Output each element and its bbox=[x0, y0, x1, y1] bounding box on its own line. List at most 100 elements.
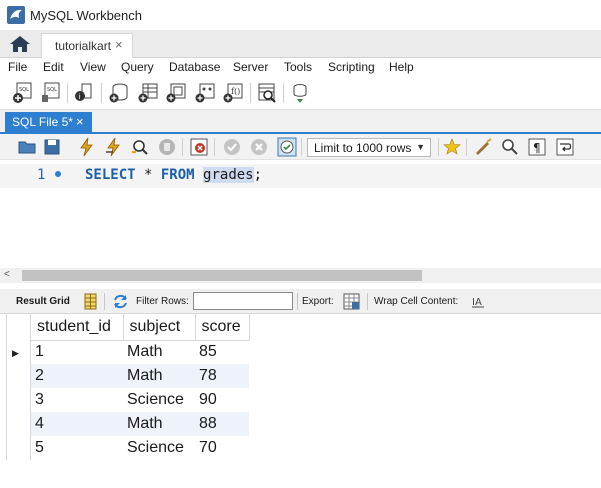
menu-bar: File Edit View Query Database Server Too… bbox=[0, 58, 601, 77]
filter-rows-label: Filter Rows: bbox=[136, 296, 189, 307]
close-icon[interactable]: × bbox=[115, 37, 123, 52]
save-icon[interactable] bbox=[42, 137, 62, 157]
editor-horizontal-scrollbar[interactable]: < bbox=[0, 268, 601, 283]
new-sql-tab-icon[interactable]: SQL bbox=[12, 82, 34, 104]
column-header-score[interactable]: score bbox=[195, 314, 250, 341]
statement-marker bbox=[55, 171, 61, 177]
add-snippet-star-icon[interactable] bbox=[442, 137, 462, 157]
toolbar-separator bbox=[301, 138, 302, 156]
cell-score[interactable]: 90 bbox=[195, 388, 249, 412]
result-toolbar: Result Grid Filter Rows: Export: Wrap Ce… bbox=[0, 289, 601, 314]
table-row[interactable]: 3 Science 90 bbox=[31, 388, 249, 412]
sql-keyword: SELECT bbox=[85, 167, 136, 183]
filter-rows-input[interactable] bbox=[193, 292, 293, 310]
sql-editor[interactable]: 1 SELECT * FROM grades; bbox=[0, 160, 601, 268]
home-icon[interactable] bbox=[8, 35, 32, 53]
grid-view-icon[interactable] bbox=[82, 293, 99, 310]
toolbar-separator bbox=[214, 138, 215, 156]
cell-subject[interactable]: Math bbox=[123, 412, 195, 436]
cell-student-id[interactable]: 3 bbox=[31, 388, 123, 412]
connection-tabstrip: tutorialkart × bbox=[0, 30, 601, 58]
table-row[interactable]: 5 Science 70 bbox=[31, 436, 249, 460]
sql-code-line[interactable]: SELECT * FROM grades; bbox=[85, 167, 262, 183]
menu-database[interactable]: Database bbox=[169, 60, 220, 74]
execute-icon[interactable] bbox=[77, 137, 97, 157]
commit-icon[interactable] bbox=[222, 137, 242, 157]
sql-table-name: grades bbox=[203, 167, 254, 183]
scrollbar-thumb[interactable] bbox=[22, 270, 422, 281]
cell-score[interactable]: 85 bbox=[195, 340, 249, 364]
execute-current-statement-icon[interactable] bbox=[104, 137, 124, 157]
menu-help[interactable]: Help bbox=[389, 60, 414, 74]
refresh-icon[interactable] bbox=[112, 293, 129, 310]
create-function-icon[interactable]: f() bbox=[222, 82, 244, 104]
export-label: Export: bbox=[302, 296, 334, 307]
close-icon[interactable]: × bbox=[76, 114, 84, 129]
stop-icon[interactable] bbox=[157, 137, 177, 157]
cell-subject[interactable]: Science bbox=[123, 436, 195, 460]
rollback-icon[interactable] bbox=[249, 137, 269, 157]
cell-student-id[interactable]: 5 bbox=[31, 436, 123, 460]
create-schema-icon[interactable] bbox=[108, 82, 130, 104]
open-file-icon[interactable] bbox=[17, 137, 37, 157]
sql-keyword: FROM bbox=[160, 167, 195, 183]
table-row[interactable]: 4 Math 88 bbox=[31, 412, 249, 436]
row-header-column bbox=[6, 314, 31, 460]
toggle-error-stop-icon[interactable] bbox=[189, 137, 209, 157]
wrap-cell-label: Wrap Cell Content: bbox=[374, 296, 459, 307]
limit-rows-value: Limit to 1000 rows bbox=[314, 141, 412, 155]
toolbar-separator bbox=[283, 83, 284, 103]
menu-query[interactable]: Query bbox=[121, 60, 154, 74]
cell-student-id[interactable]: 4 bbox=[31, 412, 123, 436]
menu-view[interactable]: View bbox=[80, 60, 106, 74]
result-grid: ▶ student_id subject score 1 Math 85 2 M… bbox=[0, 314, 601, 488]
sql-star: * bbox=[135, 167, 161, 183]
cell-subject[interactable]: Science bbox=[123, 388, 195, 412]
table-row[interactable]: 1 Math 85 bbox=[31, 340, 249, 364]
explain-icon[interactable] bbox=[130, 137, 150, 157]
find-icon[interactable] bbox=[500, 137, 520, 157]
menu-file[interactable]: File bbox=[8, 60, 27, 74]
cell-student-id[interactable]: 1 bbox=[31, 340, 123, 364]
cell-score[interactable]: 88 bbox=[195, 412, 249, 436]
menu-scripting[interactable]: Scripting bbox=[328, 60, 375, 74]
menu-tools[interactable]: Tools bbox=[284, 60, 312, 74]
table-row[interactable]: 2 Math 78 bbox=[31, 364, 249, 388]
beautify-icon[interactable] bbox=[473, 137, 493, 157]
cell-score[interactable]: 70 bbox=[195, 436, 249, 460]
search-table-data-icon[interactable] bbox=[256, 82, 278, 104]
cell-subject[interactable]: Math bbox=[123, 340, 195, 364]
sql-file-tab[interactable]: SQL File 5* × bbox=[5, 112, 92, 134]
inspector-icon[interactable]: i bbox=[73, 82, 95, 104]
result-grid-label[interactable]: Result Grid bbox=[16, 296, 70, 307]
menu-server[interactable]: Server bbox=[233, 60, 268, 74]
column-header-subject[interactable]: subject bbox=[123, 314, 196, 341]
column-header-student-id[interactable]: student_id bbox=[31, 314, 124, 341]
limit-rows-select[interactable]: Limit to 1000 rows ▼ bbox=[307, 138, 431, 157]
wrap-cell-content-icon[interactable]: IA bbox=[470, 293, 487, 310]
svg-text:¶: ¶ bbox=[533, 141, 541, 155]
svg-text:SQL: SQL bbox=[47, 87, 57, 93]
svg-text:i: i bbox=[79, 93, 81, 101]
create-procedure-icon[interactable] bbox=[194, 82, 216, 104]
cell-subject[interactable]: Math bbox=[123, 364, 195, 388]
create-view-icon[interactable] bbox=[165, 82, 187, 104]
export-icon[interactable] bbox=[343, 293, 360, 310]
reconnect-icon[interactable] bbox=[289, 82, 311, 104]
svg-text:SQL: SQL bbox=[19, 87, 29, 93]
scroll-left-icon[interactable]: < bbox=[4, 269, 10, 280]
connection-tab-label: tutorialkart bbox=[55, 39, 112, 53]
word-wrap-icon[interactable] bbox=[555, 137, 575, 157]
toolbar-separator bbox=[466, 138, 467, 156]
toolbar-separator bbox=[67, 83, 68, 103]
cell-score[interactable]: 78 bbox=[195, 364, 249, 388]
open-sql-script-icon[interactable]: SQL bbox=[40, 82, 62, 104]
connection-tab[interactable]: tutorialkart × bbox=[41, 33, 133, 58]
sql-file-tab-label: SQL File 5* bbox=[12, 115, 73, 129]
invisible-characters-icon[interactable]: ¶ bbox=[527, 137, 547, 157]
create-table-icon[interactable] bbox=[137, 82, 159, 104]
table-header-row: student_id subject score bbox=[31, 314, 250, 341]
menu-edit[interactable]: Edit bbox=[43, 60, 64, 74]
cell-student-id[interactable]: 2 bbox=[31, 364, 123, 388]
toggle-autocommit-icon[interactable] bbox=[277, 137, 297, 157]
